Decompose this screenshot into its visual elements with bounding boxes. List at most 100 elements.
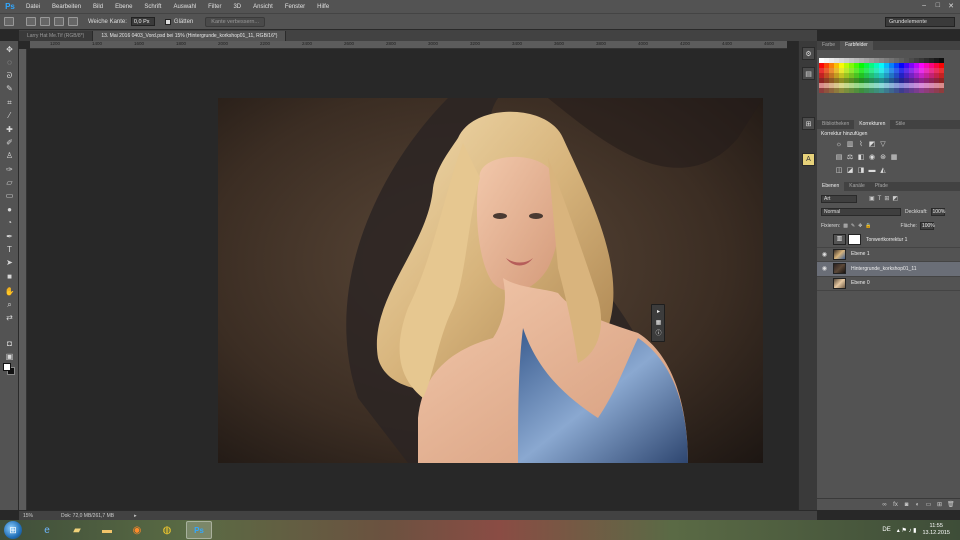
refine-edge-button[interactable]: Kante verbessern...	[205, 16, 265, 27]
delete-layer-icon[interactable]: 🗑	[947, 501, 955, 508]
file-explorer-icon[interactable]: ▰	[64, 521, 90, 539]
hue-saturation-icon[interactable]: ▤	[835, 154, 843, 161]
menu-hilfe[interactable]: Hilfe	[311, 4, 335, 10]
properties-icon[interactable]: ⊞	[802, 117, 815, 130]
tab-kanaele[interactable]: Kanäle	[844, 182, 870, 191]
add-mask-icon[interactable]: ◙	[903, 502, 910, 508]
info-icon[interactable]: ⓘ	[654, 330, 663, 339]
selective-color-icon[interactable]: ◭	[879, 167, 887, 174]
menu-3d[interactable]: 3D	[227, 4, 247, 10]
black-white-icon[interactable]: ◧	[857, 154, 865, 161]
tab-ebenen[interactable]: Ebenen	[817, 182, 845, 191]
antialias-checkbox[interactable]	[164, 18, 171, 25]
intersect-selection-icon[interactable]	[68, 17, 78, 26]
photo-filter-icon[interactable]: ◉	[868, 154, 876, 161]
screen-mode-icon[interactable]: ▣	[4, 352, 15, 362]
eraser-tool-icon[interactable]: ▱	[4, 178, 15, 188]
menu-auswahl[interactable]: Auswahl	[167, 4, 202, 10]
pen-tool-icon[interactable]: ✒	[4, 232, 15, 242]
layer-filter-select[interactable]: Art	[821, 194, 857, 203]
layer-row[interactable]: Ebene 0	[817, 277, 960, 291]
new-adjustment-icon[interactable]: ◐	[914, 502, 921, 508]
vibrance-icon[interactable]: ▽	[879, 141, 887, 148]
fill-field[interactable]: 100%	[919, 221, 935, 230]
layer-comps-icon[interactable]: ▤	[802, 67, 815, 80]
quick-select-tool-icon[interactable]: ✎	[4, 84, 15, 94]
start-button-icon[interactable]: ⊞	[4, 521, 22, 539]
clock[interactable]: 11:55 13.12.2015	[922, 523, 950, 537]
quick-mask-icon[interactable]: ◘	[4, 339, 15, 349]
tab-farbfelder[interactable]: Farbfelder	[840, 41, 873, 50]
tab-pfade[interactable]: Pfade	[870, 182, 893, 191]
layer-row[interactable]: ▥ Tonwertkorrektur 1	[817, 233, 960, 248]
menu-bild[interactable]: Bild	[87, 4, 109, 10]
clone-stamp-tool-icon[interactable]: ♙	[4, 151, 15, 161]
status-arrow-icon[interactable]: ▸	[134, 513, 137, 519]
subtract-selection-icon[interactable]	[54, 17, 64, 26]
layer-row-selected[interactable]: ◉ Hintergrunde_korkshop01_11	[817, 262, 960, 277]
gradient-tool-icon[interactable]: ▭	[4, 191, 15, 201]
character-icon[interactable]: A	[802, 153, 815, 166]
color-lookup-icon[interactable]: ▦	[890, 154, 898, 161]
tab-stile[interactable]: Stile	[890, 120, 910, 129]
language-indicator[interactable]: DE	[882, 527, 890, 533]
lasso-preset-icon[interactable]	[4, 17, 14, 26]
levels-icon[interactable]: ▥	[846, 141, 854, 148]
blend-mode-select[interactable]: Normal	[821, 207, 901, 216]
path-select-tool-icon[interactable]: ➤	[4, 258, 15, 268]
history-brush-tool-icon[interactable]: ✑	[4, 165, 15, 175]
internet-explorer-icon[interactable]: e	[34, 521, 60, 539]
menu-ansicht[interactable]: Ansicht	[247, 4, 279, 10]
document-canvas[interactable]	[218, 98, 763, 463]
crop-tool-icon[interactable]: ⌗	[4, 98, 15, 108]
add-selection-icon[interactable]	[40, 17, 50, 26]
rectangle-tool-icon[interactable]: ■	[4, 272, 15, 282]
healing-tool-icon[interactable]: ✚	[4, 125, 15, 135]
blur-tool-icon[interactable]: ●	[4, 205, 15, 215]
photoshop-taskbar-icon[interactable]: Ps	[186, 521, 212, 539]
feather-input[interactable]: 0,0 Px	[130, 17, 155, 26]
menu-datei[interactable]: Datei	[20, 4, 46, 10]
menu-fenster[interactable]: Fenster	[279, 4, 311, 10]
new-layer-icon[interactable]: ⊞	[936, 501, 943, 508]
tab-korrekturen[interactable]: Korrekturen	[854, 120, 891, 129]
histogram-icon[interactable]: ▦	[654, 319, 663, 328]
eyedropper-tool-icon[interactable]: ⁄	[4, 111, 15, 121]
eye-icon[interactable]: ◉	[820, 251, 829, 258]
new-selection-icon[interactable]	[26, 17, 36, 26]
posterize-icon[interactable]: ◪	[846, 167, 854, 174]
layer-row[interactable]: ◉ Ebene 1	[817, 248, 960, 262]
marquee-tool-icon[interactable]: ◌	[4, 58, 15, 68]
tab-active-document[interactable]: 13. Mai 2016 0403_Vord.psd bei 15% (Hint…	[93, 31, 287, 41]
new-group-icon[interactable]: ▭	[925, 501, 932, 508]
gradient-map-icon[interactable]: ▬	[868, 167, 876, 174]
exposure-icon[interactable]: ◩	[868, 141, 876, 148]
color-balance-icon[interactable]: ⚖	[846, 154, 854, 161]
tray-icons[interactable]: ▴ ⚑ ♪ ▮	[897, 527, 917, 534]
zoom-level[interactable]: 15%	[23, 513, 45, 519]
channel-mixer-icon[interactable]: ⊛	[879, 154, 887, 161]
menu-bearbeiten[interactable]: Bearbeiten	[46, 4, 87, 10]
link-layers-icon[interactable]: ∞	[881, 502, 888, 508]
brush-tool-icon[interactable]: ✐	[4, 138, 15, 148]
tab-bibliotheken[interactable]: Bibliotheken	[817, 120, 854, 129]
color-swatch[interactable]	[939, 88, 944, 93]
swap-colors-icon[interactable]: ⇄	[4, 313, 15, 323]
type-tool-icon[interactable]: T	[4, 245, 15, 255]
minimize-button[interactable]: –	[922, 2, 926, 9]
lasso-tool-icon[interactable]: ᘐ	[4, 71, 15, 81]
workspace-select[interactable]: Grundelemente	[885, 17, 955, 27]
opacity-field[interactable]: 100%	[930, 207, 945, 216]
collapse-icon[interactable]: ▸	[654, 308, 663, 317]
tab-farbe[interactable]: Farbe	[817, 41, 840, 50]
hand-tool-icon[interactable]: ✋	[4, 287, 15, 297]
swatches-grid[interactable]	[819, 58, 944, 93]
folder-icon[interactable]: ▬	[94, 521, 120, 539]
layer-style-icon[interactable]: fx	[892, 502, 899, 508]
tools-panel-icon[interactable]: ⚙	[802, 47, 815, 60]
filter-type-icons[interactable]: ▣T⊞◩	[869, 195, 901, 202]
close-button[interactable]: ✕	[948, 2, 954, 10]
maximize-button[interactable]: □	[936, 2, 940, 9]
zoom-tool-icon[interactable]: ⌕	[4, 300, 15, 310]
firefox-icon[interactable]: ◉	[124, 521, 150, 539]
